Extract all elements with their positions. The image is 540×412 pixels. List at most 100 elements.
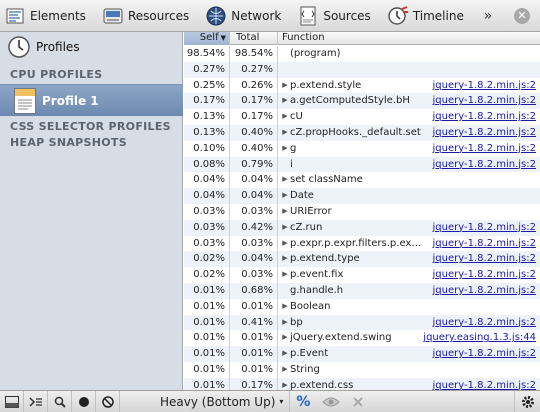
table-row[interactable]: 0.08% 0.79% i jquery-1.8.2.min.js:2: [184, 156, 540, 173]
self-cell: 0.01%: [184, 377, 230, 390]
table-row[interactable]: 0.01% 0.01% ▶ Boolean: [184, 298, 540, 315]
source-link[interactable]: jquery-1.8.2.min.js:2: [431, 236, 536, 252]
function-name: cZ.run: [290, 221, 323, 233]
total-cell: 0.01%: [230, 298, 278, 315]
tab-elements[interactable]: Elements: [0, 0, 90, 32]
sidebar-item-profile-1[interactable]: Profile 1: [0, 84, 183, 116]
dock-button[interactable]: [0, 390, 24, 412]
tab-timeline[interactable]: Timeline: [383, 0, 468, 32]
source-link[interactable]: jquery-1.8.2.min.js:2: [431, 378, 536, 390]
table-row[interactable]: 0.10% 0.40% ▶ g jquery-1.8.2.min.js:2: [184, 140, 540, 157]
table-row[interactable]: 0.04% 0.04% ▶ set className: [184, 172, 540, 189]
source-link[interactable]: jquery-1.8.2.min.js:2: [431, 283, 536, 299]
self-cell: 0.01%: [184, 282, 230, 299]
source-link[interactable]: jquery-1.8.2.min.js:2: [431, 157, 536, 173]
clear-button[interactable]: [96, 390, 120, 412]
expand-triangle-icon[interactable]: ▶: [280, 315, 290, 331]
profile-1-label: Profile 1: [42, 93, 99, 108]
settings-button[interactable]: [514, 390, 540, 412]
expand-triangle-icon[interactable]: ▶: [280, 172, 290, 188]
table-row[interactable]: 0.03% 0.03% ▶ URIError: [184, 203, 540, 220]
expand-triangle-icon[interactable]: ▶: [280, 378, 290, 390]
exclude-selected-button[interactable]: [346, 391, 370, 412]
table-row[interactable]: 0.17% 0.17% ▶ a.getComputedStyle.bH jquery-1…: [184, 93, 540, 110]
source-link[interactable]: jquery-1.8.2.min.js:2: [431, 267, 536, 283]
focus-selected-button[interactable]: [316, 391, 346, 412]
expand-triangle-icon[interactable]: ▶: [280, 220, 290, 236]
source-link[interactable]: jquery-1.8.2.min.js:2: [431, 93, 536, 109]
source-link[interactable]: jquery-1.8.2.min.js:2: [431, 315, 536, 331]
self-cell: 0.02%: [184, 251, 230, 268]
elements-icon: [4, 5, 26, 27]
clear-icon: [101, 395, 114, 408]
table-row[interactable]: 0.27% 0.27%: [184, 61, 540, 78]
record-button[interactable]: [72, 390, 96, 412]
table-row[interactable]: 0.02% 0.04% ▶ p.extend.type jquery-1.8.2.min…: [184, 251, 540, 268]
self-cell: 0.01%: [184, 361, 230, 378]
profiles-root-item[interactable]: Profiles: [0, 32, 183, 62]
expand-triangle-icon[interactable]: ▶: [280, 204, 290, 220]
expand-triangle-icon[interactable]: ▶: [280, 236, 290, 252]
console-button[interactable]: [24, 390, 48, 412]
expand-triangle-icon[interactable]: ▶: [280, 141, 290, 157]
function-cell: ▶ p.expr.p.expr.filters.p.expr... jquery-1…: [278, 236, 540, 252]
expand-triangle-icon[interactable]: ▶: [280, 188, 290, 204]
expand-triangle-icon[interactable]: ▶: [280, 78, 290, 94]
table-row[interactable]: 0.01% 0.41% ▶ bp jquery-1.8.2.min.js:2: [184, 314, 540, 331]
expand-triangle-icon[interactable]: ▶: [280, 109, 290, 125]
expand-triangle-icon[interactable]: ▶: [280, 125, 290, 141]
source-link[interactable]: jquery-1.8.2.min.js:2: [431, 109, 536, 125]
more-tabs-button[interactable]: »: [476, 8, 500, 24]
table-row[interactable]: 0.02% 0.03% ▶ p.event.fix jquery-1.8.2.min.j…: [184, 267, 540, 283]
source-link[interactable]: jquery-1.8.2.min.js:2: [431, 125, 536, 141]
view-mode-select[interactable]: Heavy (Bottom Up) ▾: [154, 390, 291, 412]
source-link[interactable]: jquery-1.8.2.min.js:2: [431, 346, 536, 362]
tab-resources[interactable]: Resources: [98, 0, 193, 32]
table-row[interactable]: 0.13% 0.40% ▶ cZ.propHooks._default.set jque…: [184, 124, 540, 141]
function-cell: [278, 62, 540, 78]
function-name: set className: [290, 174, 363, 186]
source-link[interactable]: jquery-1.8.2.min.js:2: [431, 220, 536, 236]
table-row[interactable]: 0.03% 0.42% ▶ cZ.run jquery-1.8.2.min.js:2: [184, 219, 540, 236]
source-link[interactable]: jquery-1.8.2.min.js:2: [431, 251, 536, 267]
tab-timeline-label: Timeline: [412, 8, 464, 23]
expand-triangle-icon[interactable]: ▶: [280, 346, 290, 362]
source-link[interactable]: jquery-1.8.2.min.js:2: [431, 141, 536, 157]
source-link[interactable]: jquery-1.8.2.min.js:2: [431, 78, 536, 94]
column-function[interactable]: Function: [278, 32, 540, 45]
expand-triangle-icon[interactable]: ▶: [280, 299, 290, 315]
table-row[interactable]: 0.01% 0.01% ▶ jQuery.extend.swing jquery.eas…: [184, 330, 540, 347]
self-cell: 0.10%: [184, 140, 230, 157]
self-cell: 0.04%: [184, 172, 230, 189]
self-cell: 0.03%: [184, 235, 230, 252]
view-mode-label: Heavy (Bottom Up): [160, 394, 276, 409]
table-row[interactable]: 0.01% 0.01% ▶ p.Event jquery-1.8.2.min.js:2: [184, 346, 540, 362]
source-link[interactable]: jquery.easing.1.3.js:44: [421, 330, 536, 346]
close-button[interactable]: ✕: [514, 7, 530, 24]
table-row[interactable]: 98.54% 98.54% (program): [184, 46, 540, 62]
column-self[interactable]: Self ▼: [184, 32, 230, 45]
function-cell: ▶ a.getComputedStyle.bH jquery-1.8.2.min.j…: [278, 93, 540, 109]
expand-triangle-icon[interactable]: ▶: [280, 330, 290, 346]
focus-button[interactable]: [48, 390, 72, 412]
column-total[interactable]: Total: [230, 32, 278, 45]
expand-triangle-icon[interactable]: ▶: [280, 251, 290, 267]
table-row[interactable]: 0.01% 0.01% ▶ String: [184, 361, 540, 378]
tab-sources[interactable]: Sources: [293, 0, 374, 32]
total-cell: 0.03%: [230, 203, 278, 220]
expand-triangle-icon[interactable]: ▶: [280, 93, 290, 109]
expand-triangle-icon[interactable]: ▶: [280, 267, 290, 283]
record-icon: [78, 396, 89, 407]
percent-toggle-button[interactable]: %: [290, 394, 316, 410]
function-name: p.Event: [290, 348, 329, 360]
expand-triangle-icon[interactable]: ▶: [280, 362, 290, 378]
table-body: 98.54% 98.54% (program) 0.27% 0.27% 0.25% 0.26…: [184, 46, 540, 390]
function-name: jQuery.extend.swing: [290, 332, 392, 344]
table-row[interactable]: 0.03% 0.03% ▶ p.expr.p.expr.filters.p.expr.…: [184, 235, 540, 252]
tab-network[interactable]: Network: [201, 0, 285, 32]
table-row[interactable]: 0.25% 0.26% ▶ p.extend.style jquery-1.8.2.mi…: [184, 77, 540, 94]
table-row[interactable]: 0.01% 0.17% ▶ p.extend.css jquery-1.8.2.min.…: [184, 377, 540, 390]
table-row[interactable]: 0.01% 0.68% g.handle.h jquery-1.8.2.min.js:…: [184, 282, 540, 299]
table-row[interactable]: 0.04% 0.04% ▶ Date: [184, 188, 540, 204]
table-row[interactable]: 0.13% 0.17% ▶ cU jquery-1.8.2.min.js:2: [184, 109, 540, 125]
